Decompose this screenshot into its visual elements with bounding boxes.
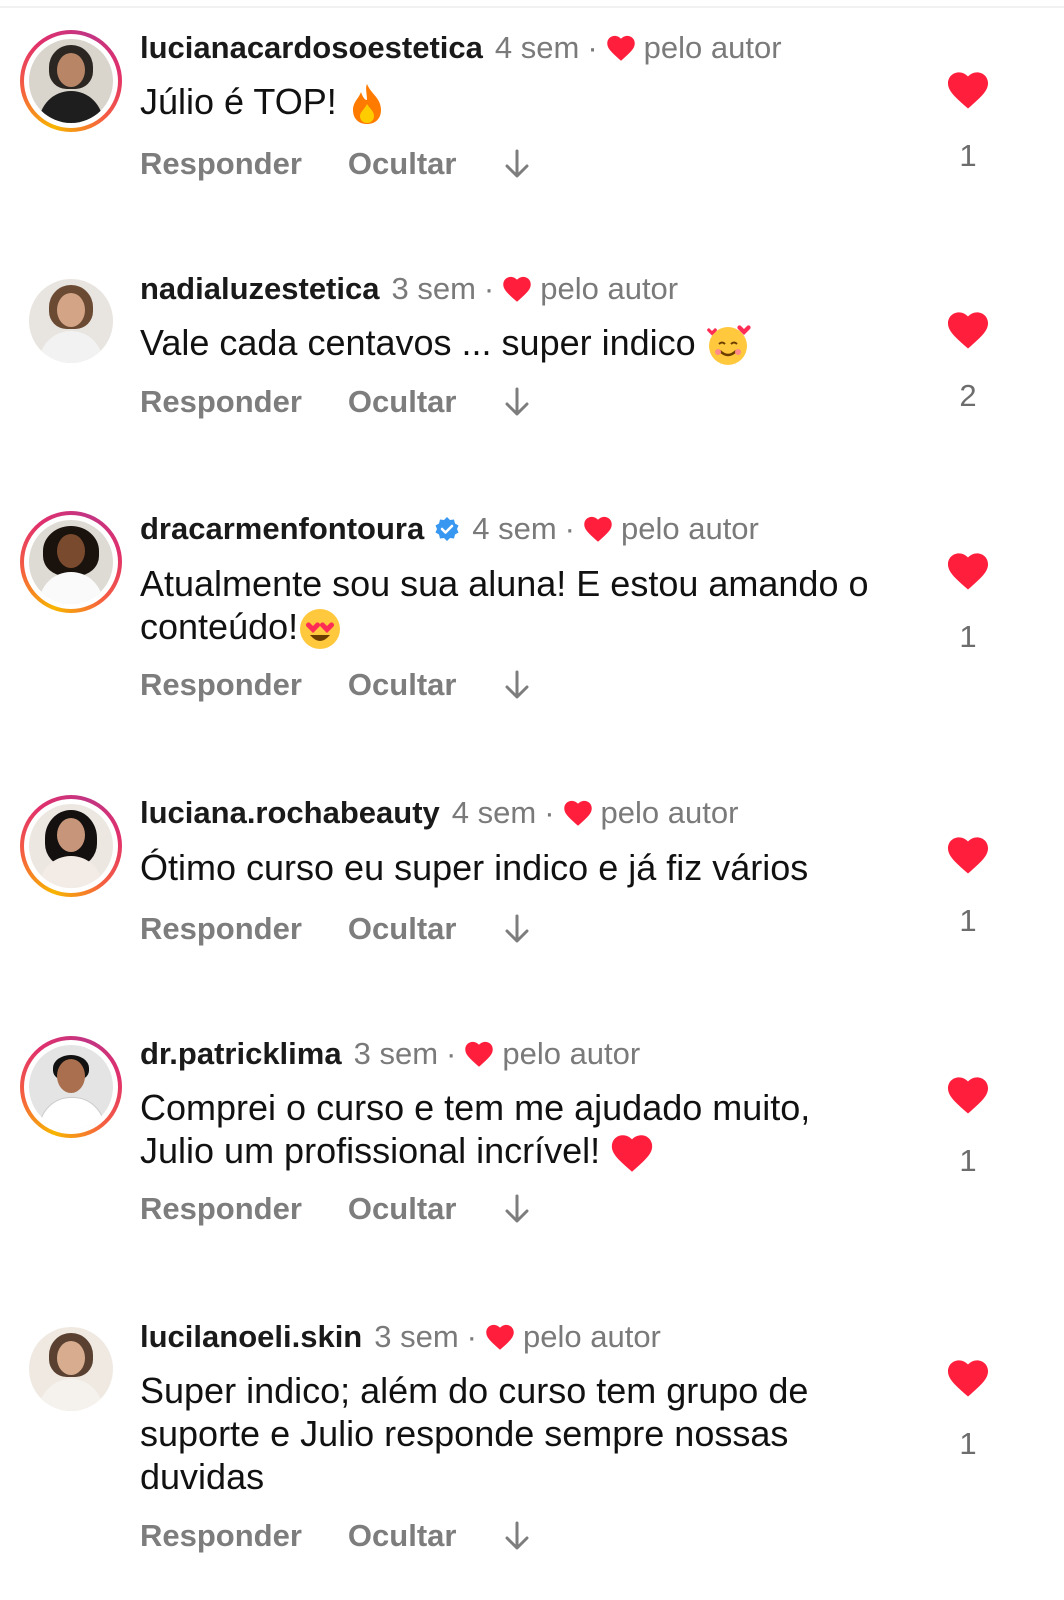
avatar[interactable] <box>20 795 122 897</box>
reply-button[interactable]: Responder <box>140 146 302 182</box>
comment-text-block: Super indico; além do curso tem grupo de… <box>140 1369 880 1498</box>
like-count: 1 <box>959 138 977 173</box>
separator-dot: · <box>544 795 555 830</box>
comment-text: Super indico; além do curso tem grupo de… <box>140 1370 809 1497</box>
timestamp: 4 sem <box>451 795 537 830</box>
comment-text: Júlio é TOP! <box>140 81 337 122</box>
fire-emoji <box>352 84 381 125</box>
timestamp: 4 sem <box>472 511 557 546</box>
comment-text-block: Atualmente sou sua aluna! E estou amando… <box>140 562 900 651</box>
comment-text: Ótimo curso eu super indico e já fiz vár… <box>140 847 809 888</box>
author-liked-heart-icon <box>606 34 636 62</box>
timestamp: 4 sem <box>494 30 580 65</box>
smiling-face-with-hearts-emoji <box>706 325 751 366</box>
username[interactable]: dracarmenfontoura <box>140 511 424 547</box>
like-heart-icon[interactable] <box>946 70 990 110</box>
hide-button[interactable]: Ocultar <box>348 911 457 947</box>
separator-dot: · <box>446 1036 457 1071</box>
like-count: 1 <box>959 903 977 938</box>
comment-text-block: Vale cada centavos ... super indico <box>140 321 900 367</box>
author-liked-heart-icon <box>563 799 593 827</box>
heart-eyes-emoji <box>300 609 341 650</box>
arrow-down-icon[interactable] <box>504 669 530 701</box>
username[interactable]: dr.patricklima <box>140 1036 342 1072</box>
author-liked-heart-icon <box>464 1040 494 1068</box>
by-author-label: pelo autor <box>540 271 679 306</box>
author-liked-heart-icon <box>502 275 532 303</box>
like-heart-icon[interactable] <box>946 1358 990 1398</box>
by-author-label: pelo autor <box>523 1319 661 1354</box>
reply-button[interactable]: Responder <box>140 384 302 420</box>
reply-button[interactable]: Responder <box>140 667 302 703</box>
like-heart-icon[interactable] <box>946 1075 990 1115</box>
by-author-label: pelo autor <box>502 1036 641 1071</box>
comment-text: Atualmente sou sua aluna! E estou amando… <box>140 563 869 647</box>
by-author-label: pelo autor <box>620 511 759 546</box>
author-liked-heart-icon <box>583 515 613 543</box>
like-heart-icon[interactable] <box>946 310 990 350</box>
red-heart-emoji <box>610 1132 654 1174</box>
separator-dot: · <box>466 1319 477 1354</box>
comment-text-block: Comprei o curso e tem me ajudado muito, … <box>140 1086 880 1174</box>
avatar[interactable] <box>20 30 122 132</box>
username[interactable]: lucilanoeli.skin <box>140 1319 362 1355</box>
like-count: 2 <box>959 378 977 413</box>
by-author-label: pelo autor <box>643 30 782 65</box>
hide-button[interactable]: Ocultar <box>348 384 457 420</box>
separator-dot: · <box>483 271 495 306</box>
username[interactable]: lucianacardosoestetica <box>140 30 483 66</box>
comment-text: Vale cada centavos ... super indico <box>140 322 696 363</box>
top-divider <box>0 6 1064 8</box>
avatar[interactable] <box>20 1318 122 1420</box>
separator-dot: · <box>564 511 575 546</box>
like-count: 1 <box>959 1426 977 1461</box>
avatar[interactable] <box>20 511 122 613</box>
reply-button[interactable]: Responder <box>140 1518 302 1554</box>
timestamp: 3 sem <box>353 1036 439 1071</box>
timestamp: 3 sem <box>391 271 476 306</box>
arrow-down-icon[interactable] <box>504 148 530 180</box>
avatar[interactable] <box>20 270 122 372</box>
comment-text: Comprei o curso e tem me ajudado muito, … <box>140 1087 811 1171</box>
hide-button[interactable]: Ocultar <box>348 667 457 703</box>
reply-button[interactable]: Responder <box>140 911 302 947</box>
username[interactable]: luciana.rochabeauty <box>140 795 440 831</box>
like-count: 1 <box>959 1143 977 1178</box>
timestamp: 3 sem <box>374 1319 459 1354</box>
hide-button[interactable]: Ocultar <box>348 146 457 182</box>
like-heart-icon[interactable] <box>946 835 990 875</box>
comment-text-block: Júlio é TOP! <box>140 80 900 126</box>
arrow-down-icon[interactable] <box>504 913 530 945</box>
arrow-down-icon[interactable] <box>504 1520 530 1552</box>
by-author-label: pelo autor <box>600 795 739 830</box>
author-liked-heart-icon <box>485 1323 515 1351</box>
comment-text-block: Ótimo curso eu super indico e já fiz vár… <box>140 846 900 889</box>
reply-button[interactable]: Responder <box>140 1191 302 1227</box>
like-count: 1 <box>959 619 977 654</box>
arrow-down-icon[interactable] <box>504 1193 530 1225</box>
arrow-down-icon[interactable] <box>504 386 530 418</box>
like-heart-icon[interactable] <box>946 551 990 591</box>
avatar[interactable] <box>20 1036 122 1138</box>
verified-badge-icon <box>435 517 459 541</box>
username[interactable]: nadialuzestetica <box>140 271 379 307</box>
hide-button[interactable]: Ocultar <box>348 1518 457 1554</box>
hide-button[interactable]: Ocultar <box>348 1191 457 1227</box>
separator-dot: · <box>587 30 598 65</box>
